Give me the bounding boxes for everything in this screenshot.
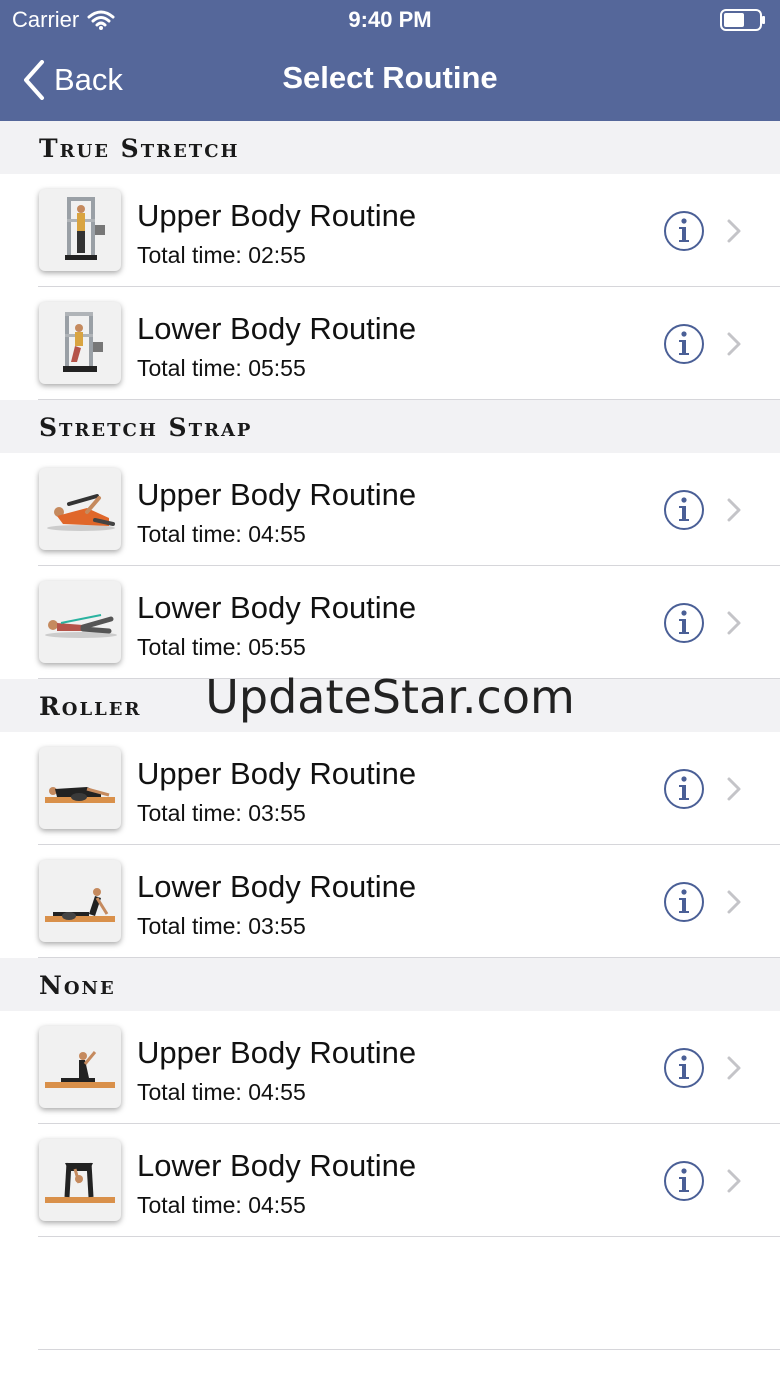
info-icon	[664, 603, 704, 643]
section-header-label: Stretch Strap	[39, 413, 253, 442]
routine-row[interactable]: Upper Body Routine Total time: 04:55	[0, 453, 780, 566]
routine-total-time: Total time: 05:55	[137, 634, 306, 660]
routine-thumbnail	[39, 747, 121, 829]
exercise-figure-image	[47, 494, 115, 531]
routine-row[interactable]: Lower Body Routine Total time: 04:55	[0, 1124, 780, 1237]
info-icon	[664, 1048, 704, 1088]
exercise-figure-image	[45, 888, 115, 922]
info-icon	[664, 769, 704, 809]
routine-list: True Stretch Upper Body Routine Total time…	[0, 121, 780, 1350]
status-bar: Carrier 9:40 PM	[0, 0, 780, 40]
routine-thumbnail	[39, 1026, 121, 1108]
battery-icon	[720, 9, 765, 31]
routine-row[interactable]: Upper Body Routine Total time: 02:55	[0, 174, 780, 287]
routine-row[interactable]: Upper Body Routine Total time: 04:55	[0, 1011, 780, 1124]
routine-total-time: Total time: 03:55	[137, 913, 306, 939]
info-button[interactable]	[663, 881, 705, 923]
chevron-right-icon	[726, 610, 742, 636]
section-header-label: Roller	[39, 692, 142, 721]
section-header: Stretch Strap	[0, 400, 780, 453]
exercise-figure-image	[45, 1051, 115, 1088]
chevron-right-icon	[726, 889, 742, 915]
exercise-figure-image	[65, 197, 105, 260]
routine-title: Upper Body Routine	[137, 477, 417, 512]
routine-title: Lower Body Routine	[137, 311, 417, 346]
routine-total-time: Total time: 04:55	[137, 521, 306, 547]
chevron-right-icon	[726, 776, 742, 802]
routine-thumbnail	[39, 581, 121, 663]
routine-thumbnail	[39, 189, 121, 271]
section-header-label: None	[39, 971, 116, 1000]
routine-title: Upper Body Routine	[137, 198, 417, 233]
section-header: None	[0, 958, 780, 1011]
chevron-right-icon	[726, 1168, 742, 1194]
chevron-right-icon	[726, 1055, 742, 1081]
routine-total-time: Total time: 02:55	[137, 242, 306, 268]
info-button[interactable]	[663, 602, 705, 644]
section-header: Roller	[0, 679, 780, 732]
routine-title: Upper Body Routine	[137, 1035, 417, 1070]
exercise-figure-image	[45, 787, 115, 803]
routine-total-time: Total time: 05:55	[137, 355, 306, 381]
routine-title: Lower Body Routine	[137, 869, 417, 904]
exercise-figure-image	[63, 312, 103, 372]
section-header: True Stretch	[0, 121, 780, 174]
info-button[interactable]	[663, 323, 705, 365]
routine-row[interactable]: Lower Body Routine Total time: 05:55	[0, 566, 780, 679]
info-button[interactable]	[663, 768, 705, 810]
routine-row[interactable]: Upper Body Routine Total time: 03:55	[0, 732, 780, 845]
info-button[interactable]	[663, 489, 705, 531]
page-title: Select Routine	[282, 60, 498, 95]
info-icon	[664, 1161, 704, 1201]
empty-row	[0, 1237, 780, 1350]
status-time: 9:40 PM	[348, 7, 432, 32]
info-icon	[664, 882, 704, 922]
routine-total-time: Total time: 03:55	[137, 800, 306, 826]
routine-total-time: Total time: 04:55	[137, 1079, 306, 1105]
info-icon	[664, 490, 704, 530]
routine-title: Upper Body Routine	[137, 756, 417, 791]
chevron-right-icon	[726, 331, 742, 357]
info-button[interactable]	[663, 1160, 705, 1202]
routine-row[interactable]: Lower Body Routine Total time: 03:55	[0, 845, 780, 958]
routine-title: Lower Body Routine	[137, 1148, 417, 1183]
routine-row[interactable]: Lower Body Routine Total time: 05:55	[0, 287, 780, 400]
exercise-figure-image	[45, 1162, 115, 1203]
info-icon	[664, 324, 704, 364]
section-header-label: True Stretch	[39, 134, 240, 163]
routine-total-time: Total time: 04:55	[137, 1192, 306, 1218]
chevron-right-icon	[726, 497, 742, 523]
row-separator	[38, 1349, 780, 1350]
routine-title: Lower Body Routine	[137, 590, 417, 625]
routine-thumbnail	[39, 302, 121, 384]
info-icon	[664, 211, 704, 251]
chevron-right-icon	[726, 218, 742, 244]
routine-thumbnail	[39, 468, 121, 550]
routine-thumbnail	[39, 1139, 121, 1221]
exercise-figure-image	[45, 614, 117, 638]
info-button[interactable]	[663, 1047, 705, 1089]
navigation-bar: Back Select Routine	[0, 40, 780, 121]
routine-thumbnail	[39, 860, 121, 942]
info-button[interactable]	[663, 210, 705, 252]
